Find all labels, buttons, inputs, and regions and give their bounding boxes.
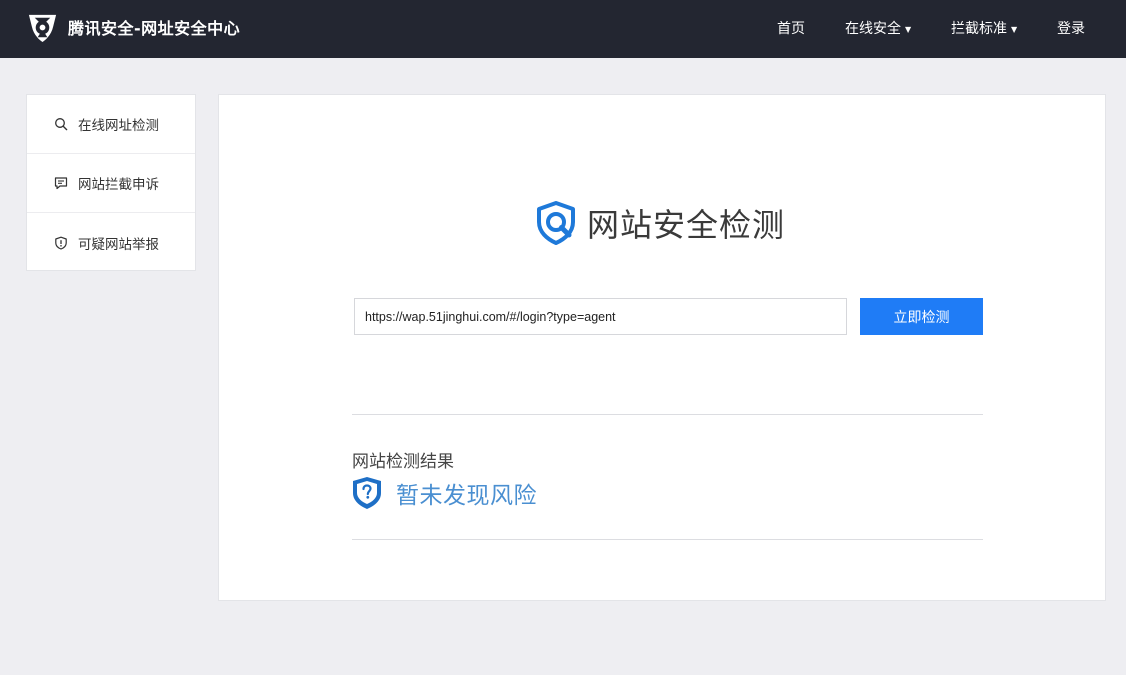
- nav-item-label: 在线安全: [845, 21, 901, 37]
- sidebar: 在线网址检测 网站拦截申诉 可疑网站举报: [26, 94, 196, 271]
- caret-down-icon: ▼: [1011, 25, 1018, 34]
- nav-item-block-standards[interactable]: 拦截标准 ▼: [951, 0, 1017, 58]
- main-nav: 首页 在线安全 ▼ 拦截标准 ▼ 登录: [0, 0, 1126, 58]
- shield-alert-icon: [55, 236, 67, 250]
- result-status: 暂未发现风险: [352, 475, 537, 511]
- chat-icon: [54, 177, 68, 190]
- result-label: 网站检测结果: [352, 452, 454, 472]
- nav-item-online-security[interactable]: 在线安全 ▼: [845, 0, 911, 58]
- nav-item-login[interactable]: 登录: [1057, 0, 1085, 58]
- url-input[interactable]: [354, 298, 847, 335]
- divider: [352, 539, 983, 540]
- nav-item-label: 登录: [1057, 21, 1085, 37]
- caret-down-icon: ▼: [905, 25, 912, 34]
- search-icon: [55, 118, 68, 131]
- page-title: 网站安全检测: [533, 199, 785, 247]
- nav-item-label: 拦截标准: [951, 21, 1007, 37]
- sidebar-item-label: 在线网址检测: [78, 118, 159, 134]
- sidebar-item-report[interactable]: 可疑网站举报: [27, 213, 195, 272]
- sidebar-item-url-check[interactable]: 在线网址检测: [27, 95, 195, 154]
- top-navbar: 腾讯安全-网址安全中心 首页 在线安全 ▼ 拦截标准 ▼ 登录: [0, 0, 1126, 58]
- check-now-button[interactable]: 立即检测: [860, 298, 983, 335]
- divider: [352, 414, 983, 415]
- nav-item-home[interactable]: 首页: [777, 0, 805, 58]
- shield-question-icon: [353, 477, 381, 509]
- result-status-text: 暂未发现风险: [396, 483, 537, 509]
- sidebar-item-appeal[interactable]: 网站拦截申诉: [27, 154, 195, 213]
- page-title-text: 网站安全检测: [587, 206, 786, 244]
- main-panel: 网站安全检测 立即检测 网站检测结果 暂未发现风险: [218, 94, 1106, 601]
- sidebar-item-label: 网站拦截申诉: [78, 177, 159, 193]
- nav-item-label: 首页: [777, 21, 805, 37]
- sidebar-item-label: 可疑网站举报: [78, 236, 159, 253]
- shield-search-icon: [537, 201, 575, 245]
